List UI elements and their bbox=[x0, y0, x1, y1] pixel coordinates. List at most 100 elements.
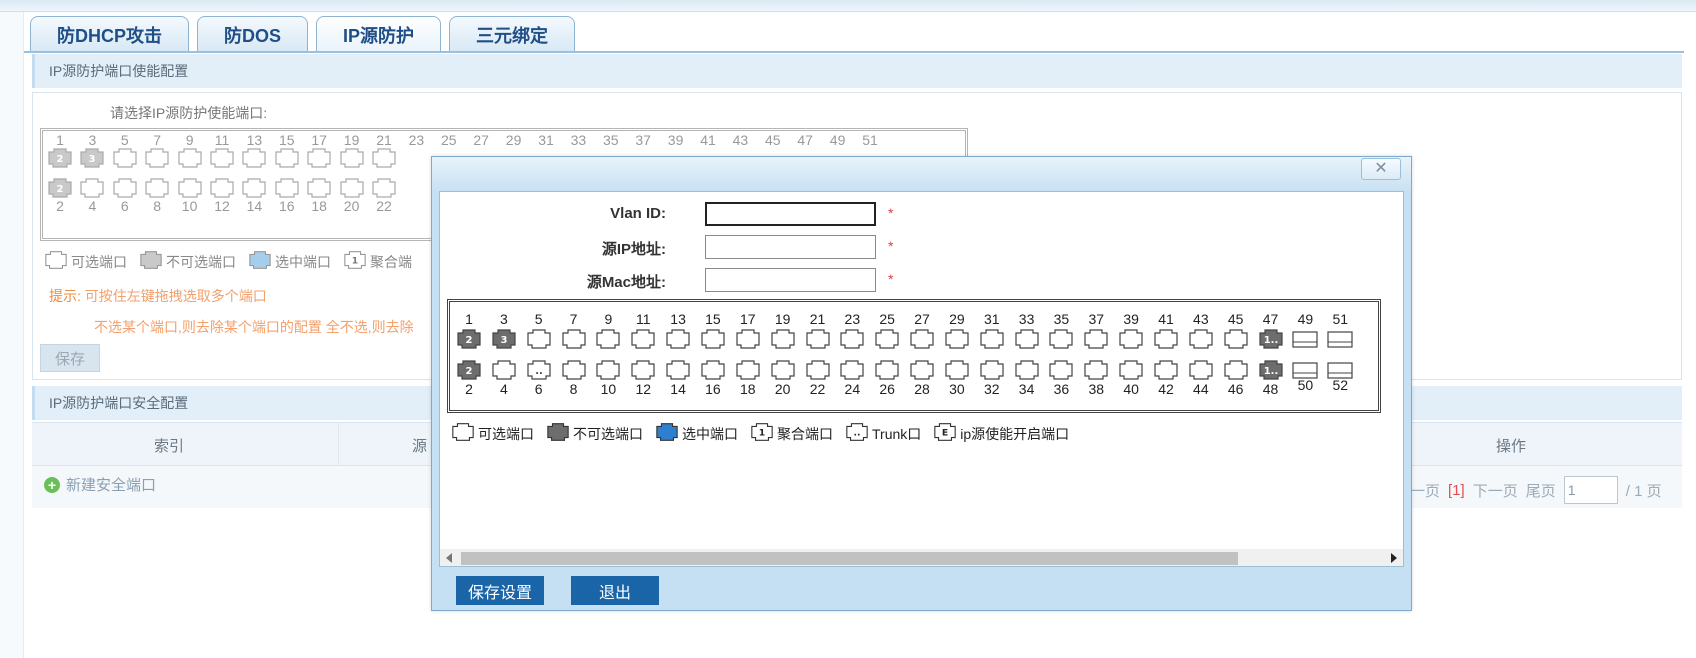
bg-port-4[interactable] bbox=[79, 178, 105, 198]
bg-port-20[interactable] bbox=[339, 178, 365, 198]
bg-port-21[interactable] bbox=[371, 148, 397, 168]
bg-port-9[interactable] bbox=[177, 148, 203, 168]
dlg-port-40[interactable] bbox=[1118, 360, 1144, 380]
dlg-port-26[interactable] bbox=[874, 360, 900, 380]
bg-port-7[interactable] bbox=[144, 148, 170, 168]
bg-port-16[interactable] bbox=[274, 178, 300, 198]
dlg-port-6[interactable]: .. bbox=[526, 360, 552, 380]
dlg-port-38[interactable] bbox=[1083, 360, 1109, 380]
dlg-port-15[interactable] bbox=[700, 329, 726, 349]
dlg-port-37[interactable] bbox=[1083, 329, 1109, 349]
exit-button[interactable]: 退出 bbox=[571, 576, 659, 605]
pager-last[interactable]: 尾页 bbox=[1526, 480, 1556, 501]
dlg-port-9[interactable] bbox=[595, 329, 621, 349]
bg-port-2[interactable]: 2 bbox=[47, 178, 73, 198]
dlg-port-28[interactable] bbox=[909, 360, 935, 380]
dlg-port-39[interactable] bbox=[1118, 329, 1144, 349]
source-ip-input[interactable] bbox=[705, 235, 876, 259]
tab-triple-binding[interactable]: 三元绑定 bbox=[449, 16, 576, 52]
dlg-port-20[interactable] bbox=[770, 360, 796, 380]
dlg-port-46[interactable] bbox=[1223, 360, 1249, 380]
dialog-legend: 可选端口 不可选端口 选中端口 1 聚合端口.. Trunk口 Eip源使能开启端口 bbox=[451, 422, 1077, 445]
bg-port-13[interactable] bbox=[241, 148, 267, 168]
dlg-port-30[interactable] bbox=[944, 360, 970, 380]
dlg-port-number-26: 26 bbox=[879, 381, 895, 397]
dlg-port-number-9: 9 bbox=[604, 311, 613, 327]
dlg-port-34[interactable] bbox=[1014, 360, 1040, 380]
bg-port-1[interactable]: 2 bbox=[47, 148, 73, 168]
bg-port-6[interactable]: .. bbox=[112, 178, 138, 198]
pager-page-input[interactable] bbox=[1563, 476, 1618, 504]
bg-port-17[interactable] bbox=[306, 148, 332, 168]
dlg-port-45[interactable] bbox=[1223, 329, 1249, 349]
save-settings-button[interactable]: 保存设置 bbox=[456, 576, 544, 605]
bg-port-10[interactable] bbox=[177, 178, 203, 198]
scroll-right-icon[interactable] bbox=[1391, 553, 1397, 563]
dlg-port-2[interactable]: 2 bbox=[456, 360, 482, 380]
dlg-port-1[interactable]: 2 bbox=[456, 329, 482, 349]
bg-port-12[interactable] bbox=[209, 178, 235, 198]
source-mac-input[interactable] bbox=[705, 268, 876, 292]
bg-port-14[interactable] bbox=[241, 178, 267, 198]
bg-port-18[interactable] bbox=[306, 178, 332, 198]
dlg-port-number-46: 46 bbox=[1227, 381, 1244, 397]
bg-port-15[interactable] bbox=[274, 148, 300, 168]
dlg-port-47[interactable]: 1.. bbox=[1258, 329, 1284, 349]
dlg-port-4[interactable] bbox=[491, 360, 517, 380]
dlg-port-49[interactable] bbox=[1292, 329, 1318, 349]
dlg-port-17[interactable] bbox=[735, 329, 761, 349]
tab-anti-dhcp[interactable]: 防DHCP攻击 bbox=[30, 16, 190, 52]
tab-ip-source-guard[interactable]: IP源防护 bbox=[316, 16, 442, 52]
dlg-port-7[interactable] bbox=[561, 329, 587, 349]
vlan-id-input[interactable] bbox=[705, 202, 876, 226]
dlg-port-51[interactable] bbox=[1327, 329, 1353, 349]
dlg-port-24[interactable] bbox=[839, 360, 865, 380]
bg-port-19[interactable] bbox=[339, 148, 365, 168]
dlg-port-14[interactable] bbox=[665, 360, 691, 380]
horizontal-scrollbar[interactable] bbox=[440, 549, 1403, 566]
tab-anti-dos[interactable]: 防DOS bbox=[197, 16, 309, 52]
dlg-port-29[interactable] bbox=[944, 329, 970, 349]
dlg-port-number-20: 20 bbox=[774, 381, 791, 397]
dlg-port-36[interactable] bbox=[1048, 360, 1074, 380]
pager-prev[interactable]: 一页 bbox=[1410, 480, 1440, 501]
dlg-port-33[interactable] bbox=[1014, 329, 1040, 349]
dlg-port-41[interactable] bbox=[1153, 329, 1179, 349]
dlg-port-16[interactable] bbox=[700, 360, 726, 380]
dlg-port-21[interactable] bbox=[805, 329, 831, 349]
dlg-port-11[interactable] bbox=[630, 329, 656, 349]
dlg-port-19[interactable] bbox=[770, 329, 796, 349]
dlg-port-27[interactable] bbox=[909, 329, 935, 349]
dlg-port-5[interactable]: .. bbox=[526, 329, 552, 349]
dlg-port-25[interactable] bbox=[874, 329, 900, 349]
background-save-button[interactable]: 保存 bbox=[40, 344, 100, 372]
dlg-legend-item-2: 选中端口 bbox=[655, 422, 738, 445]
dialog-body: Vlan ID: * 源IP地址: * 源Mac地址: * 1 2 3 3 5.. 7 9 1… bbox=[439, 191, 1404, 567]
dlg-port-3[interactable]: 3 bbox=[491, 329, 517, 349]
scroll-left-icon[interactable] bbox=[446, 553, 452, 563]
port-number-29: 29 bbox=[505, 132, 522, 148]
dlg-port-44[interactable] bbox=[1188, 360, 1214, 380]
bg-port-5[interactable]: .. bbox=[112, 148, 138, 168]
dlg-port-12[interactable] bbox=[630, 360, 656, 380]
scrollbar-thumb[interactable] bbox=[461, 552, 1238, 565]
bg-port-11[interactable] bbox=[209, 148, 235, 168]
dlg-port-23[interactable] bbox=[839, 329, 865, 349]
bg-port-22[interactable] bbox=[371, 178, 397, 198]
dlg-port-22[interactable] bbox=[805, 360, 831, 380]
bg-port-3[interactable]: 3 bbox=[79, 148, 105, 168]
dlg-port-48[interactable]: 1.. bbox=[1258, 360, 1284, 380]
dlg-port-18[interactable] bbox=[735, 360, 761, 380]
dlg-port-31[interactable] bbox=[979, 329, 1005, 349]
dlg-port-13[interactable] bbox=[665, 329, 691, 349]
dlg-port-42[interactable] bbox=[1153, 360, 1179, 380]
dlg-port-10[interactable] bbox=[595, 360, 621, 380]
dlg-port-32[interactable] bbox=[979, 360, 1005, 380]
bg-port-8[interactable] bbox=[144, 178, 170, 198]
pager-next[interactable]: 下一页 bbox=[1473, 480, 1518, 501]
new-secure-port-button[interactable]: + 新建安全端口 bbox=[44, 474, 156, 495]
dlg-port-43[interactable] bbox=[1188, 329, 1214, 349]
dlg-port-35[interactable] bbox=[1048, 329, 1074, 349]
dlg-port-8[interactable] bbox=[561, 360, 587, 380]
close-icon[interactable]: ✕ bbox=[1361, 158, 1401, 180]
